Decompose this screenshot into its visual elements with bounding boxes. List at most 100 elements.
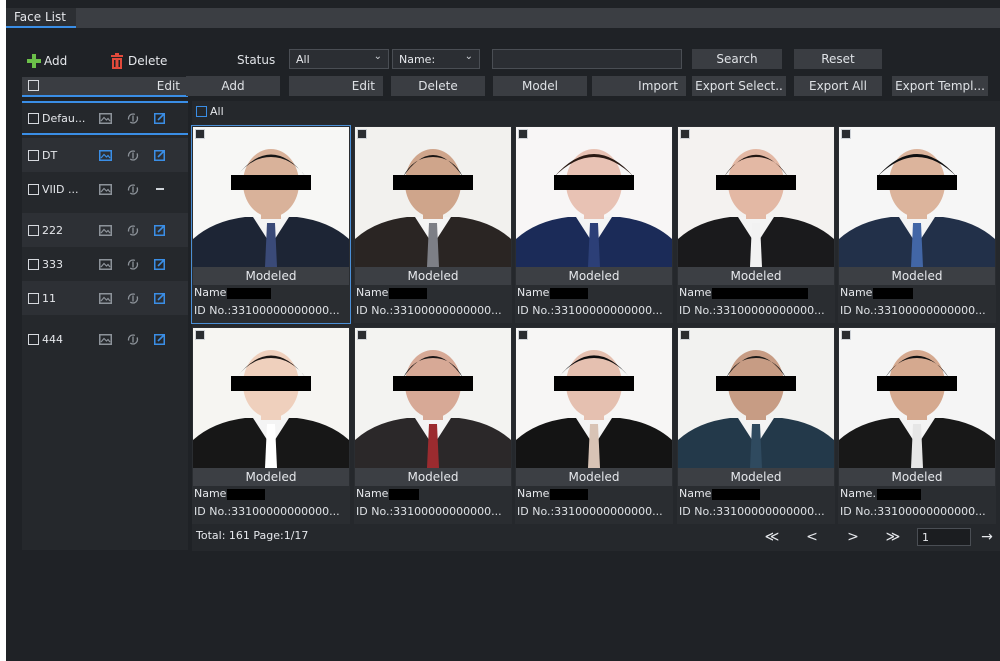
model-status: Modeled [678, 468, 834, 486]
face-name-label: Name [679, 286, 712, 299]
edit-icon[interactable] [146, 224, 173, 236]
face-card[interactable]: Modeled Name ID No.:33100000000000... [354, 126, 512, 323]
library-checkbox[interactable] [28, 112, 39, 124]
image-folder-icon[interactable] [92, 258, 119, 270]
image-folder-icon[interactable] [92, 183, 119, 195]
page-number-input[interactable]: 1 [917, 528, 971, 546]
library-row[interactable]: Defau... [22, 101, 188, 135]
library-checkbox[interactable] [28, 258, 39, 270]
export-selected-button[interactable]: Export Select.. [692, 76, 786, 96]
face-card[interactable]: Modeled Name. ID No.:33100000000000... [838, 327, 996, 524]
face-name-line: Name [840, 286, 914, 299]
library-row[interactable]: 222 [22, 213, 188, 247]
face-photo [678, 127, 834, 267]
add-library-label: Add [44, 54, 68, 68]
prev-page-button[interactable]: < [801, 529, 823, 547]
library-checkbox[interactable] [28, 183, 39, 195]
library-row[interactable]: VIID ... [22, 172, 188, 206]
edit-icon[interactable] [146, 112, 173, 124]
first-page-button[interactable]: ≪ [761, 529, 783, 547]
face-photo [516, 127, 672, 267]
edit-icon[interactable] [146, 149, 173, 161]
import-button[interactable]: Import [592, 76, 686, 96]
face-checkbox[interactable] [680, 330, 690, 340]
search-input[interactable] [492, 49, 682, 69]
export-all-button[interactable]: Export All [794, 76, 882, 96]
delete-library-button[interactable]: Delete [110, 52, 180, 70]
sync-icon[interactable] [119, 258, 146, 271]
name-field-select[interactable]: Name: ⌄ [392, 49, 480, 69]
status-select[interactable]: All ⌄ [289, 49, 389, 69]
image-folder-icon[interactable] [92, 292, 119, 304]
face-name-label: Name. [840, 487, 876, 500]
face-library-list: Defau... DT VIID ... 222 333 11 444 [22, 101, 188, 550]
library-row[interactable]: 333 [22, 247, 188, 281]
search-button[interactable]: Search [692, 49, 782, 69]
face-card[interactable]: Modeled Name ID No.:33100000000000... [191, 125, 351, 324]
edit-icon[interactable] [146, 258, 173, 270]
face-checkbox[interactable] [841, 129, 851, 139]
model-button[interactable]: Model [493, 76, 587, 96]
face-photo [193, 328, 349, 468]
edit-icon[interactable] [146, 292, 173, 304]
sync-icon[interactable] [119, 333, 146, 346]
face-checkbox[interactable] [841, 330, 851, 340]
library-row[interactable]: DT [22, 138, 188, 172]
select-all-libraries-checkbox[interactable] [28, 80, 39, 91]
tab-face-list[interactable]: Face List [6, 8, 76, 28]
face-checkbox[interactable] [680, 129, 690, 139]
library-checkbox[interactable] [28, 333, 39, 345]
name-redaction [873, 287, 914, 299]
face-card[interactable]: Modeled Name ID No.:33100000000000... [192, 327, 350, 524]
face-id-number: ID No.:33100000000000... [679, 505, 825, 518]
face-card[interactable]: Modeled Name ID No.:33100000000000... [838, 126, 996, 323]
library-row[interactable]: 444 [22, 322, 188, 356]
edit-icon[interactable] [146, 333, 173, 345]
sync-icon[interactable] [119, 149, 146, 162]
face-id-number: ID No.:33100000000000... [194, 505, 340, 518]
sync-icon[interactable] [119, 183, 146, 196]
face-name-line: Name [679, 487, 761, 500]
image-folder-icon[interactable] [92, 149, 119, 161]
face-checkbox[interactable] [195, 330, 205, 340]
library-row[interactable]: 11 [22, 281, 188, 315]
export-template-button[interactable]: Export Templ... [892, 76, 988, 96]
face-id-number: ID No.:33100000000000... [356, 505, 502, 518]
select-all-checkbox[interactable] [196, 106, 207, 117]
face-card[interactable]: Modeled Name ID No.:33100000000000... [515, 126, 673, 323]
sync-icon[interactable] [119, 292, 146, 305]
face-checkbox[interactable] [357, 129, 367, 139]
name-redaction [712, 488, 761, 500]
library-checkbox[interactable] [28, 224, 39, 236]
image-folder-icon[interactable] [92, 333, 119, 345]
face-checkbox[interactable] [195, 129, 205, 139]
add-face-button[interactable]: Add [186, 76, 280, 96]
face-checkbox[interactable] [518, 129, 528, 139]
face-card[interactable]: Modeled Name ID No.:33100000000000... [354, 327, 512, 524]
face-photo [193, 127, 349, 267]
delete-face-button[interactable]: Delete [391, 76, 485, 96]
add-library-button[interactable]: Add [26, 52, 76, 70]
next-page-button[interactable]: > [842, 529, 864, 547]
select-all-faces[interactable]: All [196, 105, 224, 118]
face-card[interactable]: Modeled Name ID No.:33100000000000... [515, 327, 673, 524]
sync-icon[interactable] [119, 224, 146, 237]
model-status: Modeled [516, 267, 672, 285]
face-name-label: Name [517, 487, 550, 500]
reset-button[interactable]: Reset [794, 49, 882, 69]
go-page-button[interactable]: → [976, 529, 998, 547]
face-card[interactable]: Modeled Name ID No.:33100000000000... [677, 126, 835, 323]
image-folder-icon[interactable] [92, 224, 119, 236]
face-name-label: Name [356, 487, 389, 500]
plus-icon [26, 53, 42, 69]
library-checkbox[interactable] [28, 292, 39, 304]
face-card[interactable]: Modeled Name ID No.:33100000000000... [677, 327, 835, 524]
face-checkbox[interactable] [518, 330, 528, 340]
image-folder-icon[interactable] [92, 112, 119, 124]
last-page-button[interactable]: ≫ [882, 529, 904, 547]
library-checkbox[interactable] [28, 149, 39, 161]
face-checkbox[interactable] [357, 330, 367, 340]
sync-icon[interactable] [119, 112, 146, 125]
face-id-number: ID No.:33100000000000... [194, 304, 340, 317]
edit-face-button[interactable]: Edit [289, 76, 383, 96]
